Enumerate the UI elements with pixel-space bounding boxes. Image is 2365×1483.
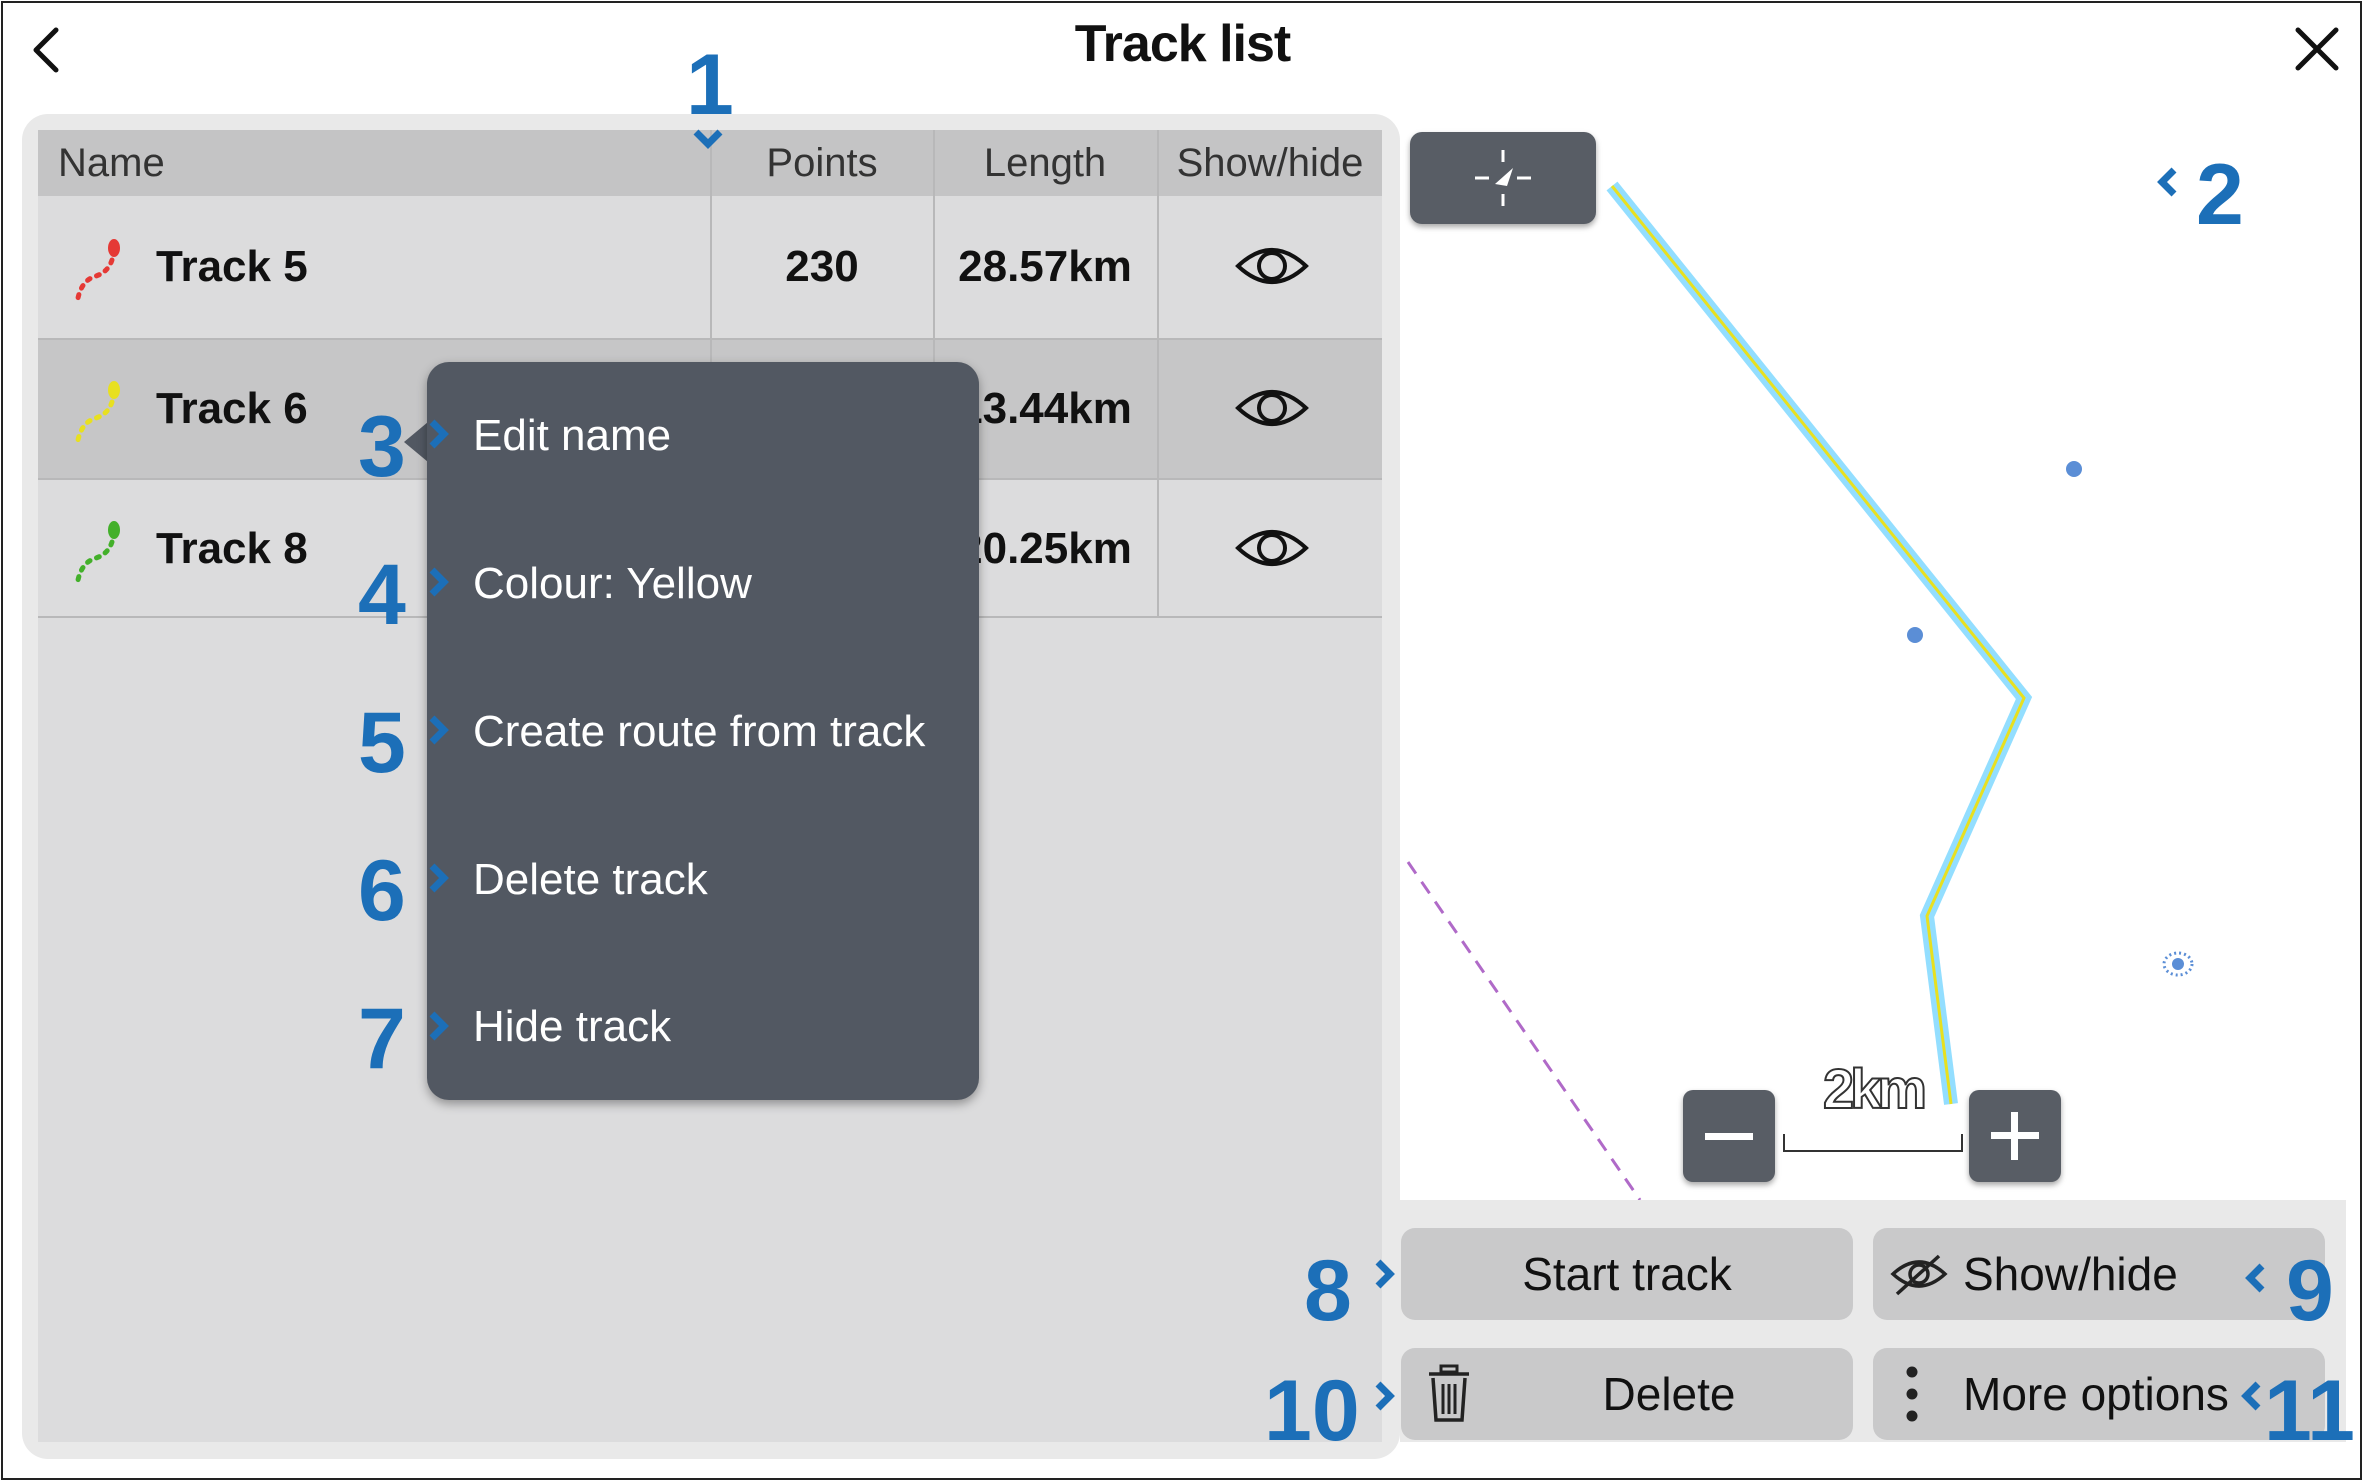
column-divider xyxy=(1157,130,1159,616)
callout-arrow-right-icon xyxy=(429,715,449,745)
track-length: 28.57km xyxy=(958,242,1132,291)
track-icon xyxy=(75,239,120,301)
menu-item-hide-track[interactable]: Hide track xyxy=(473,997,671,1057)
column-header-length[interactable]: Length xyxy=(934,130,1156,196)
map-overlay xyxy=(1406,181,2194,1200)
zoom-in-button[interactable] xyxy=(1969,1090,2061,1182)
callout-3: 3 xyxy=(358,399,406,495)
start-track-label: Start track xyxy=(1522,1248,1732,1300)
more-vertical-icon xyxy=(1906,1366,1918,1422)
track-name: Track 8 xyxy=(156,524,308,573)
delete-label: Delete xyxy=(1602,1368,1736,1420)
menu-item-colour[interactable]: Colour: Yellow xyxy=(473,554,752,614)
track-name: Track 6 xyxy=(156,384,308,433)
callout-7: 7 xyxy=(358,991,406,1087)
map-scale-label: 2km xyxy=(1822,1056,1928,1121)
callout-arrow-right-icon xyxy=(429,1011,449,1041)
more-options-label: More options xyxy=(1963,1368,2229,1420)
callout-8: 8 xyxy=(1304,1243,1352,1339)
callout-arrow-right-icon xyxy=(429,863,449,893)
eye-icon[interactable] xyxy=(1234,384,1310,432)
callout-arrow-right-icon xyxy=(429,419,449,449)
track-name: Track 5 xyxy=(156,242,308,291)
callout-2: 2 xyxy=(2196,147,2244,243)
eye-off-icon xyxy=(1890,1254,1948,1296)
column-header-name[interactable]: Name xyxy=(58,130,165,196)
callout-10: 10 xyxy=(1264,1363,1360,1459)
menu-item-delete-track[interactable]: Delete track xyxy=(473,850,708,910)
map-scale-bar xyxy=(1783,1134,1963,1152)
callout-arrow-left-icon xyxy=(2157,167,2177,197)
callout-arrow-left-icon xyxy=(2241,1381,2261,1411)
eye-icon[interactable] xyxy=(1234,524,1310,572)
delete-button[interactable]: Delete xyxy=(1401,1348,1853,1440)
callout-arrow-right-icon xyxy=(1375,1381,1395,1411)
page-title: Track list xyxy=(1074,15,1291,73)
menu-item-create-route[interactable]: Create route from track xyxy=(473,702,925,762)
close-icon[interactable] xyxy=(2294,26,2340,72)
callout-arrow-left-icon xyxy=(2245,1263,2265,1293)
callout-arrow-right-icon xyxy=(429,567,449,597)
zoom-out-button[interactable] xyxy=(1683,1090,1775,1182)
menu-item-edit-name[interactable]: Edit name xyxy=(473,406,671,466)
track-icon xyxy=(75,381,120,443)
column-header-points[interactable]: Points xyxy=(712,130,932,196)
callout-5: 5 xyxy=(358,695,406,791)
callout-6: 6 xyxy=(358,843,406,939)
show-hide-label: Show/hide xyxy=(1963,1248,2178,1300)
plus-icon xyxy=(1991,1112,2039,1160)
crosshair-icon xyxy=(1475,150,1531,206)
eye-icon[interactable] xyxy=(1234,242,1310,290)
track-points: 230 xyxy=(785,242,859,291)
callout-arrow-right-icon xyxy=(1375,1259,1395,1289)
callout-4: 4 xyxy=(358,547,406,643)
callout-1: 1 xyxy=(686,37,734,133)
start-track-button[interactable]: Start track xyxy=(1401,1228,1853,1320)
minus-icon xyxy=(1705,1133,1753,1140)
callout-11: 11 xyxy=(2264,1363,2355,1459)
find-location-button[interactable] xyxy=(1410,132,1596,224)
menu-pointer xyxy=(404,422,428,462)
callout-9: 9 xyxy=(2286,1243,2334,1339)
track-icon xyxy=(75,521,120,583)
column-header-show-hide[interactable]: Show/hide xyxy=(1158,130,1382,196)
callout-arrow-down-icon xyxy=(693,129,723,149)
